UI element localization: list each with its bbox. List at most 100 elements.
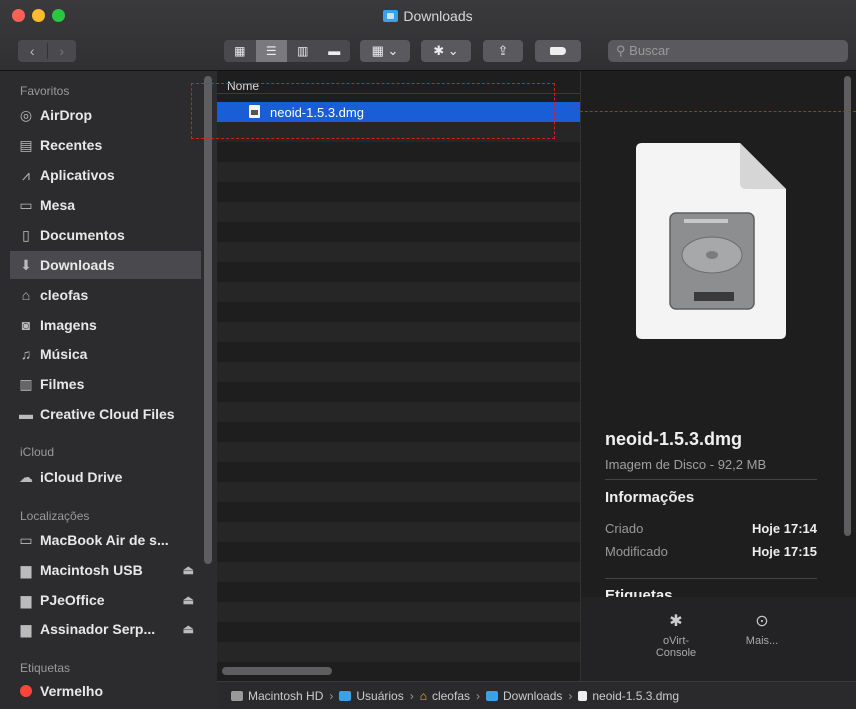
sidebar-header-favorites: Favoritos	[20, 84, 70, 98]
desktop-icon: ▭	[19, 196, 33, 213]
empty-row	[217, 642, 580, 662]
empty-row	[217, 382, 580, 402]
sidebar-item-downloads[interactable]: ⬇ Downloads	[10, 251, 201, 279]
divider	[605, 578, 817, 579]
eject-icon[interactable]: ⏏	[183, 622, 194, 636]
sidebar-item-macintosh-usb[interactable]: ▆ Macintosh USB ⏏	[12, 556, 202, 584]
search-placeholder: Buscar	[629, 43, 670, 58]
applications-icon: ⩘	[22, 166, 30, 183]
empty-row	[217, 322, 580, 342]
gallery-view-icon[interactable]: ▬	[319, 40, 351, 62]
sidebar-item-cleofas[interactable]: ⌂ cleofas	[12, 281, 202, 309]
empty-row	[217, 502, 580, 522]
empty-row	[217, 142, 580, 162]
sidebar-item-aplicativos[interactable]: ⩘ Aplicativos	[12, 161, 202, 189]
sidebar-item-documentos[interactable]: ▯ Documentos	[12, 221, 202, 249]
empty-row	[217, 542, 580, 562]
created-value: Hoje 17:14	[751, 521, 817, 536]
icon-view-icon[interactable]: ▦	[224, 40, 256, 62]
empty-row	[217, 342, 580, 362]
info-header: Informações	[605, 489, 695, 506]
horizontal-scrollbar[interactable]	[222, 667, 332, 675]
movies-icon: ▥	[19, 375, 33, 392]
path-item[interactable]: Macintosh HD	[248, 689, 323, 703]
tags-header: Etiquetas	[605, 587, 673, 597]
laptop-icon: ▭	[19, 531, 33, 548]
action-label: oVirt- Console	[655, 635, 697, 659]
search-field[interactable]: ⚲ Buscar	[608, 40, 848, 62]
sidebar-item-filmes[interactable]: ▥ Filmes	[12, 370, 202, 398]
empty-row	[217, 262, 580, 282]
empty-row	[217, 222, 580, 242]
share-button[interactable]: ⇪	[483, 40, 523, 62]
divider	[605, 479, 817, 480]
quick-actions: ✱ oVirt- Console ⊙ Mais...	[581, 597, 856, 681]
sidebar-item-macbook[interactable]: ▭ MacBook Air de s...	[12, 526, 202, 554]
sidebar: Favoritos ◎ AirDrop ▤ Recentes ⩘ Aplicativo…	[0, 71, 217, 709]
downloads-icon: ⬇	[20, 256, 32, 273]
dmg-file-icon	[578, 690, 588, 701]
path-item[interactable]: Downloads	[503, 689, 562, 703]
more-action[interactable]: ⊙ Mais...	[722, 611, 802, 647]
eject-icon[interactable]: ⏏	[183, 593, 194, 607]
tag-button[interactable]	[535, 40, 581, 62]
hard-drive-icon	[231, 690, 243, 701]
sidebar-header-locations: Localizações	[20, 509, 90, 523]
path-separator: ›	[476, 688, 480, 703]
file-list: Nome neoid-1.5.3.dmg	[217, 71, 580, 681]
empty-row	[217, 302, 580, 322]
path-item[interactable]: Usuários	[356, 689, 403, 703]
drive-icon: ▆	[20, 561, 32, 578]
grid-arrange-icon: ▦ ⌄	[371, 43, 399, 58]
downloads-folder-icon	[486, 690, 498, 701]
drive-icon: ▆	[20, 620, 32, 637]
sidebar-item-musica[interactable]: ♫ Música	[12, 340, 202, 368]
column-view-icon[interactable]: ▥	[287, 40, 319, 62]
home-icon: ⌂	[21, 287, 31, 303]
action-button[interactable]: ✱ ⌄	[421, 40, 471, 62]
preview-kind: Imagem de Disco - 92,2 MB	[605, 457, 767, 472]
forward-button[interactable]: ›	[46, 43, 77, 59]
preview-scrollbar[interactable]	[844, 76, 851, 536]
arrange-button[interactable]: ▦ ⌄	[360, 40, 410, 62]
red-tag-icon	[16, 683, 36, 699]
drive-icon: ▆	[20, 591, 32, 608]
sidebar-item-recentes[interactable]: ▤ Recentes	[12, 131, 202, 159]
toolbar: Downloads ‹ › ▦ ☰ ▥ ▬ ▦ ⌄ ✱ ⌄ ⇪ ⚲ Buscar	[0, 0, 856, 71]
empty-row	[217, 422, 580, 442]
path-item[interactable]: cleofas	[432, 689, 470, 703]
sidebar-item-pjeoffice[interactable]: ▆ PJeOffice ⏏	[12, 586, 202, 614]
music-icon: ♫	[20, 346, 32, 362]
more-icon: ⊙	[755, 613, 769, 630]
sidebar-item-assinador[interactable]: ▆ Assinador Serp... ⏏	[12, 615, 202, 643]
share-icon: ⇪	[497, 43, 509, 58]
recents-icon: ▤	[19, 136, 33, 153]
path-item[interactable]: neoid-1.5.3.dmg	[592, 689, 679, 703]
sidebar-item-creative-cloud[interactable]: ▬ Creative Cloud Files	[12, 400, 202, 428]
list-view-icon[interactable]: ☰	[255, 40, 287, 62]
sidebar-item-airdrop[interactable]: ◎ AirDrop	[12, 101, 202, 129]
modified-label: Modificado	[605, 544, 668, 559]
path-separator: ›	[568, 688, 573, 703]
modified-value: Hoje 17:15	[751, 544, 817, 559]
empty-row	[217, 602, 580, 622]
empty-row	[217, 202, 580, 222]
created-label: Criado	[605, 521, 644, 536]
empty-row	[217, 622, 580, 642]
empty-row	[217, 242, 580, 262]
view-mode-group: ▦ ☰ ▥ ▬	[224, 40, 350, 62]
airdrop-icon: ◎	[19, 106, 33, 123]
empty-row	[217, 562, 580, 582]
back-button[interactable]: ‹	[18, 43, 47, 59]
search-icon: ⚲	[616, 43, 626, 58]
action-label: Mais...	[745, 635, 779, 647]
eject-icon[interactable]: ⏏	[183, 563, 194, 577]
empty-row	[217, 182, 580, 202]
ovirt-console-action[interactable]: ✱ oVirt- Console	[636, 611, 716, 659]
home-icon: ⌂	[419, 688, 427, 703]
sidebar-scrollbar[interactable]	[204, 76, 212, 564]
sidebar-item-tag-vermelho[interactable]: Vermelho	[12, 677, 202, 705]
sidebar-item-imagens[interactable]: ◙ Imagens	[12, 311, 202, 339]
sidebar-item-icloud-drive[interactable]: ☁ iCloud Drive	[12, 463, 202, 491]
sidebar-item-mesa[interactable]: ▭ Mesa	[12, 191, 202, 219]
